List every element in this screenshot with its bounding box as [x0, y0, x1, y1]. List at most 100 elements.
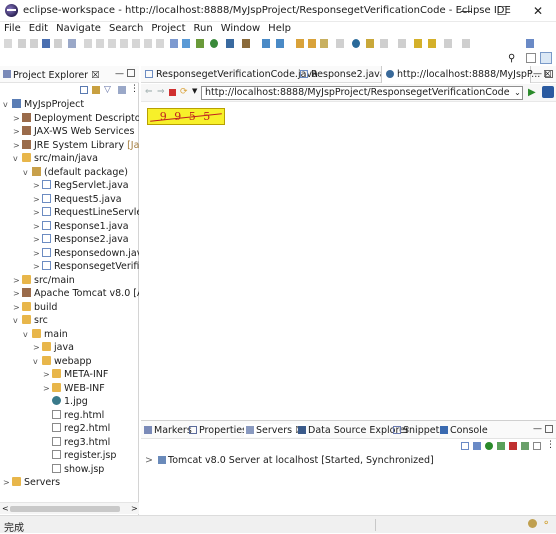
open-external-browser-icon[interactable]	[542, 86, 554, 98]
collapsed-chevron-icon[interactable]: >	[33, 193, 42, 207]
open-type-icon[interactable]	[296, 39, 304, 48]
last-edit-icon[interactable]	[414, 39, 422, 48]
servers-view-menu-icon[interactable]: ⋮	[546, 440, 555, 450]
menu-project[interactable]: Project	[147, 22, 189, 36]
collapsed-chevron-icon[interactable]: >	[13, 125, 22, 139]
filter-icon[interactable]: ▽	[104, 85, 111, 95]
minimize-icon[interactable]: —	[448, 0, 484, 22]
use-step-filters-icon[interactable]	[182, 39, 190, 48]
step-return-icon[interactable]	[156, 39, 164, 48]
profile-server-icon[interactable]	[497, 442, 505, 450]
tree-item[interactable]: > JAX-WS Web Services	[13, 125, 134, 139]
disconnect-server-icon[interactable]	[533, 442, 541, 450]
tree-item[interactable]: > ResponsegetVerificati	[33, 260, 139, 274]
menu-help[interactable]: Help	[264, 22, 295, 36]
back-arrow-icon[interactable]: ⇐	[145, 87, 153, 97]
maximize-panel-icon[interactable]	[545, 425, 553, 433]
collapsed-chevron-icon[interactable]: >	[33, 179, 42, 193]
java-ee-perspective-icon[interactable]	[540, 52, 552, 64]
start-server-icon[interactable]	[485, 442, 493, 450]
collapsed-chevron-icon[interactable]: >	[13, 139, 22, 153]
external-tools-icon[interactable]	[242, 39, 250, 48]
url-dropdown-icon[interactable]: ⌄	[512, 86, 523, 100]
tree-item[interactable]: v main	[23, 328, 68, 342]
tab-console[interactable]: Console	[440, 424, 488, 437]
step-into-icon[interactable]	[132, 39, 140, 48]
skip-breakpoints-icon[interactable]	[68, 39, 76, 48]
tree-item[interactable]: v src	[13, 314, 48, 328]
tab-markers[interactable]: Markers	[144, 424, 192, 437]
stop-icon[interactable]	[169, 89, 176, 96]
save-icon[interactable]	[18, 39, 26, 48]
tree-item[interactable]: > RegServlet.java	[33, 179, 129, 193]
minimize-panel-icon[interactable]: —	[533, 424, 542, 434]
debug-icon[interactable]	[196, 39, 204, 48]
open-task-icon[interactable]	[308, 39, 316, 48]
tree-item[interactable]: > Response2.java	[33, 233, 129, 247]
publish-icon[interactable]	[521, 442, 529, 450]
terminate-icon[interactable]	[108, 39, 116, 48]
step-over-icon[interactable]	[144, 39, 152, 48]
collapsed-chevron-icon[interactable]: >	[43, 382, 52, 396]
collapsed-chevron-icon[interactable]: >	[33, 247, 42, 261]
tree-item[interactable]: reg.html	[43, 409, 104, 423]
tree-item[interactable]: > Deployment Descriptor: My	[13, 112, 139, 126]
expanded-chevron-icon[interactable]: v	[33, 355, 42, 369]
close-icon[interactable]: ✕	[520, 0, 556, 22]
tab-browser[interactable]: http://localhost:8888/MyJspP... ☒	[381, 66, 552, 83]
tree-item[interactable]: > Responsedown.java	[33, 247, 139, 261]
terminal-icon[interactable]	[42, 39, 50, 48]
new-server-icon[interactable]	[262, 39, 270, 48]
tree-item[interactable]: > Apache Tomcat v8.0 [Apach	[13, 287, 139, 301]
horizontal-scrollbar[interactable]: < >	[0, 502, 139, 514]
tree-item[interactable]: > src/main	[13, 274, 75, 288]
tab-snippets[interactable]: Snippets	[393, 424, 444, 437]
tree-item[interactable]: > JRE System Library[JavaSE-	[13, 139, 139, 153]
collapsed-chevron-icon[interactable]: >	[33, 341, 42, 355]
collapsed-chevron-icon[interactable]: >	[13, 301, 22, 315]
tree-item[interactable]: register.jsp	[43, 449, 116, 463]
stop-server-icon[interactable]	[509, 442, 517, 450]
next-annotation-icon[interactable]	[380, 39, 388, 48]
tree-item[interactable]: reg3.html	[43, 436, 110, 450]
tree-item[interactable]: reg2.html	[43, 422, 110, 436]
history-icon[interactable]	[462, 39, 470, 48]
expanded-chevron-icon[interactable]: v	[3, 98, 12, 112]
refresh-icon[interactable]: ⟳	[180, 87, 188, 97]
collapsed-chevron-icon[interactable]: >	[13, 274, 22, 288]
tab-servers[interactable]: Servers ☒	[244, 424, 306, 437]
collapsed-chevron-icon[interactable]: >	[33, 233, 42, 247]
suspend-icon[interactable]	[96, 39, 104, 48]
print-icon[interactable]	[54, 39, 62, 48]
minimize-view-icon[interactable]: —	[115, 69, 124, 79]
collapsed-chevron-icon[interactable]: >	[13, 287, 22, 301]
collapsed-chevron-icon[interactable]: >	[33, 206, 42, 220]
menu-edit[interactable]: Edit	[25, 22, 52, 36]
open-perspective-icon[interactable]	[526, 39, 534, 48]
new-icon[interactable]	[4, 39, 12, 48]
tab-responseget-java[interactable]: ResponsegetVerificationCode.java	[141, 66, 318, 83]
go-icon[interactable]: ▶	[528, 87, 536, 98]
tip-icon[interactable]: ⚬	[542, 518, 550, 529]
tree-item[interactable]: > Servers	[3, 476, 60, 490]
scroll-right-icon[interactable]: >	[131, 504, 138, 513]
menu-navigate[interactable]: Navigate	[52, 22, 105, 36]
tree-item[interactable]: v MyJspProject	[3, 98, 84, 112]
expanded-chevron-icon[interactable]: v	[23, 328, 32, 342]
tree-item[interactable]: > build	[13, 301, 57, 315]
scrollbar-thumb[interactable]	[10, 506, 120, 512]
scroll-left-icon[interactable]: <	[2, 504, 9, 513]
tree-item[interactable]: > java	[33, 341, 74, 355]
back-icon[interactable]	[428, 39, 436, 48]
annotation-icon[interactable]	[366, 39, 374, 48]
tree-item[interactable]: > META-INF	[43, 368, 108, 382]
maximize-icon[interactable]: ☐	[484, 0, 520, 22]
menu-search[interactable]: Search	[105, 22, 147, 36]
run-icon[interactable]	[210, 39, 218, 48]
disconnect-icon[interactable]	[120, 39, 128, 48]
expanded-chevron-icon[interactable]: v	[23, 166, 32, 180]
menu-window[interactable]: Window	[217, 22, 264, 36]
search-tb-icon[interactable]	[320, 39, 328, 48]
maximize-view-icon[interactable]	[127, 69, 135, 77]
debug-server-icon[interactable]	[473, 442, 481, 450]
